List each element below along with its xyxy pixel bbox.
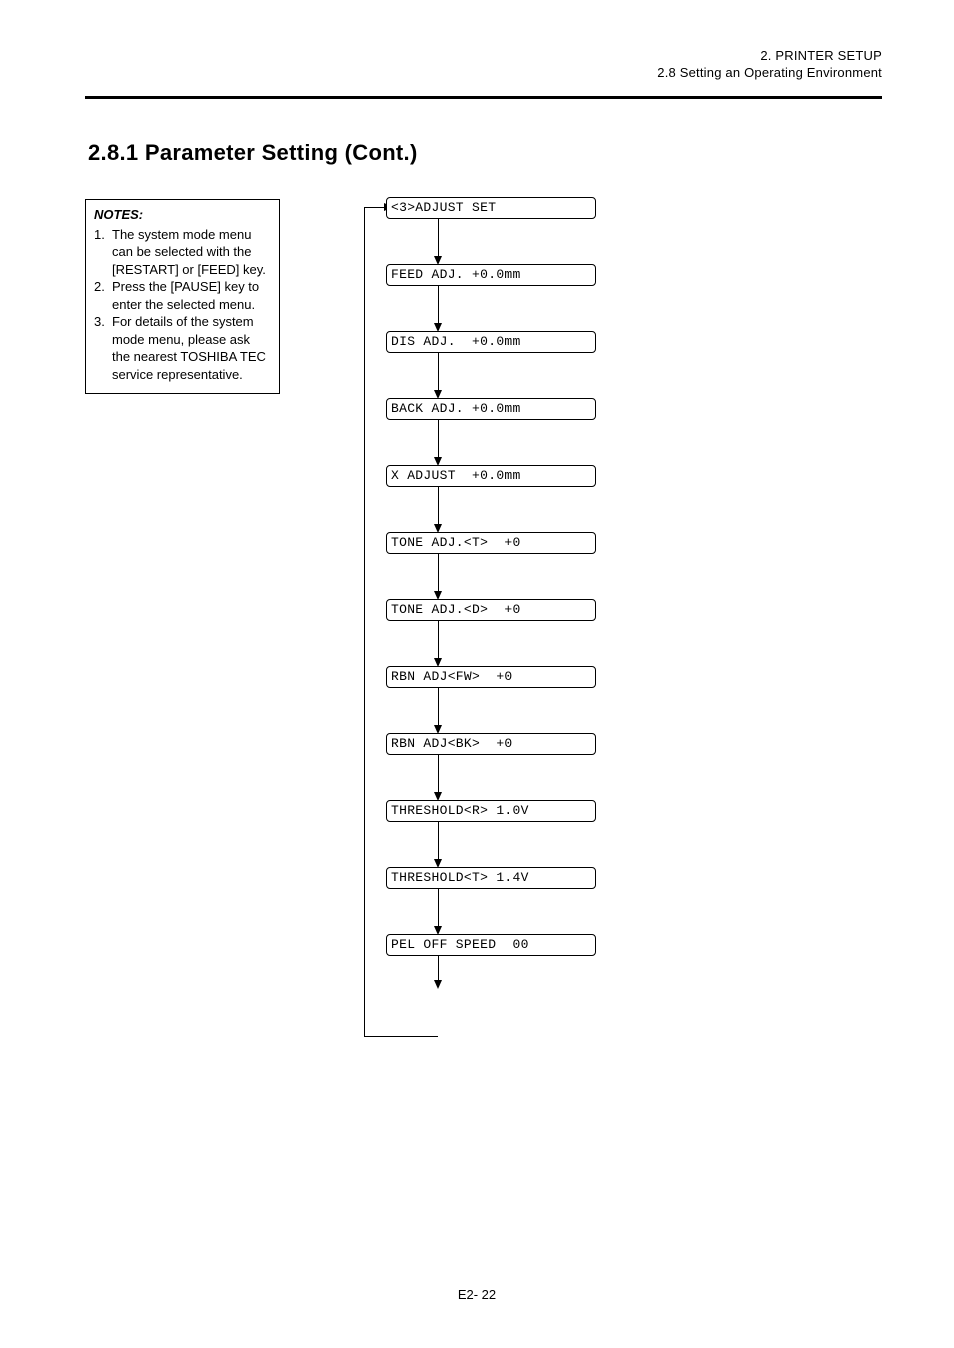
flow-step: TONE ADJ.<D> +0 bbox=[386, 599, 596, 621]
note-text: Press the [PAUSE] key to enter the selec… bbox=[112, 278, 271, 313]
flow-step: THRESHOLD<R> 1.0V bbox=[386, 800, 596, 822]
flow-step: TONE ADJ.<T> +0 bbox=[386, 532, 596, 554]
note-number: 3. bbox=[94, 313, 112, 383]
flow-step: <3>ADJUST SET bbox=[386, 197, 596, 219]
flow-connector bbox=[378, 621, 598, 666]
flow-return-bottom bbox=[364, 1036, 438, 1037]
flow-connector bbox=[378, 889, 598, 934]
flow-connector bbox=[378, 822, 598, 867]
flow-connector bbox=[378, 755, 598, 800]
flow-step: RBN ADJ<BK> +0 bbox=[386, 733, 596, 755]
flow-step: RBN ADJ<FW> +0 bbox=[386, 666, 596, 688]
flow-step: BACK ADJ. +0.0mm bbox=[386, 398, 596, 420]
flow-connector bbox=[378, 286, 598, 331]
flow-connector bbox=[378, 420, 598, 465]
note-number: 1. bbox=[94, 226, 112, 279]
flow-connector bbox=[378, 956, 598, 988]
arrow-down-icon bbox=[434, 980, 442, 989]
flow-step: THRESHOLD<T> 1.4V bbox=[386, 867, 596, 889]
flow-step: DIS ADJ. +0.0mm bbox=[386, 331, 596, 353]
header-chapter: 2. PRINTER SETUP bbox=[85, 48, 882, 63]
page-number: E2- 22 bbox=[0, 1287, 954, 1302]
flow-connector bbox=[378, 688, 598, 733]
flow-return-top bbox=[364, 207, 386, 208]
note-number: 2. bbox=[94, 278, 112, 313]
note-text: For details of the system mode menu, ple… bbox=[112, 313, 271, 383]
flow-connector bbox=[378, 554, 598, 599]
section-title: 2.8.1 Parameter Setting (Cont.) bbox=[88, 140, 418, 166]
note-item: 2. Press the [PAUSE] key to enter the se… bbox=[94, 278, 271, 313]
notes-title: NOTES: bbox=[94, 206, 271, 224]
flow-step: FEED ADJ. +0.0mm bbox=[386, 264, 596, 286]
flow-step: X ADJUST +0.0mm bbox=[386, 465, 596, 487]
flow-return-line bbox=[364, 207, 365, 1037]
note-item: 1. The system mode menu can be selected … bbox=[94, 226, 271, 279]
flow-step: PEL OFF SPEED 00 bbox=[386, 934, 596, 956]
header-rule bbox=[85, 96, 882, 99]
notes-box: NOTES: 1. The system mode menu can be se… bbox=[85, 199, 280, 394]
flow-connector bbox=[378, 487, 598, 532]
flowchart: <3>ADJUST SET FEED ADJ. +0.0mm DIS ADJ. … bbox=[378, 197, 598, 988]
page-header: 2. PRINTER SETUP 2.8 Setting an Operatin… bbox=[85, 48, 882, 80]
note-text: The system mode menu can be selected wit… bbox=[112, 226, 271, 279]
flow-connector bbox=[378, 219, 598, 264]
header-section: 2.8 Setting an Operating Environment bbox=[85, 65, 882, 80]
note-item: 3. For details of the system mode menu, … bbox=[94, 313, 271, 383]
flow-connector bbox=[378, 353, 598, 398]
